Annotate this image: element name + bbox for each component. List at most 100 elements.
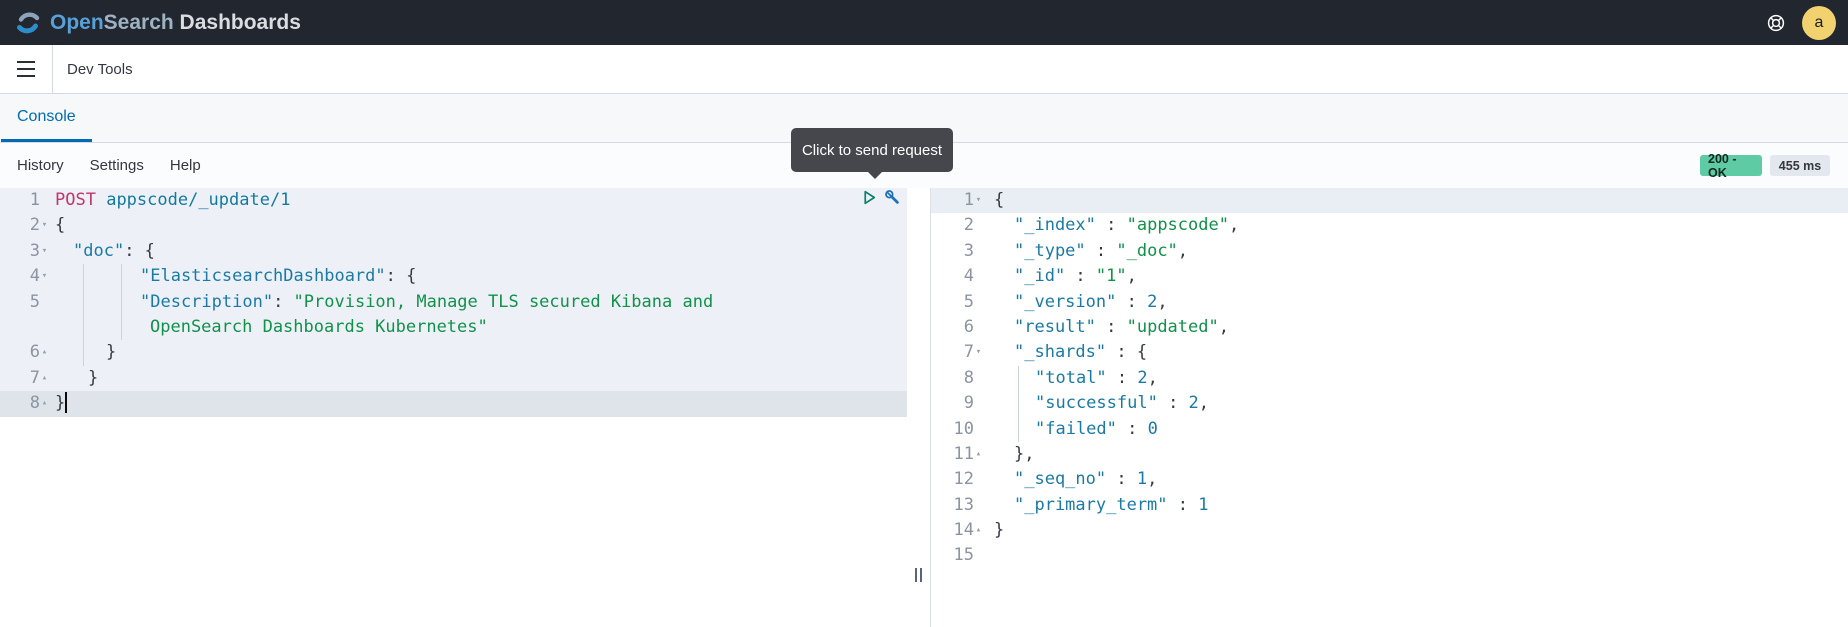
toolbar-link-history[interactable]: History [17, 157, 64, 174]
fold-toggle-icon[interactable]: ▴ [974, 518, 983, 543]
response-code-line-5[interactable]: 5"_version" : 2, [931, 290, 1848, 315]
response-code-line-4[interactable]: 4"_id" : "1", [931, 264, 1848, 289]
response-code-line-14[interactable]: 14▴} [931, 518, 1848, 543]
line-number: 15 [954, 543, 974, 568]
code-content[interactable]: } [983, 518, 1848, 543]
response-code-line-11[interactable]: 11▴}, [931, 442, 1848, 467]
drag-handle-icon [915, 568, 922, 582]
code-content[interactable]: "Description": "Provision, Manage TLS se… [49, 290, 907, 315]
request-code-line-wrap[interactable]: OpenSearch Dashboards Kubernetes" [0, 315, 907, 340]
code-content[interactable]: "successful" : 2, [983, 391, 1848, 416]
response-code-line-7[interactable]: 7▾"_shards" : { [931, 340, 1848, 365]
code-content[interactable]: { [983, 188, 1848, 213]
code-content[interactable]: } [49, 340, 907, 365]
response-code-line-3[interactable]: 3"_type" : "_doc", [931, 239, 1848, 264]
toolbar-links: History Settings Help [17, 143, 201, 188]
code-content[interactable]: "_type" : "_doc", [983, 239, 1848, 264]
code-content[interactable]: }, [983, 442, 1848, 467]
fold-toggle-icon[interactable]: ▾ [974, 340, 983, 365]
token-pl [96, 190, 106, 210]
request-code-line-7[interactable]: 7▴} [0, 366, 907, 391]
code-content[interactable] [983, 543, 1848, 568]
request-editor[interactable]: 1POST appscode/_update/12▾{3▾"doc": {4▾"… [0, 188, 930, 627]
line-gutter: 2 [931, 213, 983, 238]
line-gutter: 15 [931, 543, 983, 568]
code-content[interactable]: OpenSearch Dashboards Kubernetes" [49, 315, 907, 340]
token-pu: }, [1014, 444, 1034, 464]
code-content[interactable]: "ElasticsearchDashboard": { [49, 264, 907, 289]
token-str: "1" [1096, 266, 1127, 286]
code-content[interactable]: "_shards" : { [983, 340, 1848, 365]
token-pu: : [1106, 469, 1137, 489]
user-avatar[interactable]: a [1802, 6, 1836, 40]
response-code-line-1[interactable]: 1▾{ [931, 188, 1848, 213]
line-gutter: 13 [931, 493, 983, 518]
code-content[interactable]: "_primary_term" : 1 [983, 493, 1848, 518]
request-code-line-5[interactable]: 5"Description": "Provision, Manage TLS s… [0, 290, 907, 315]
line-gutter: 6 [931, 315, 983, 340]
code-content[interactable]: } [49, 391, 907, 416]
send-request-button[interactable] [861, 189, 878, 206]
response-code-line-9[interactable]: 9"successful" : 2, [931, 391, 1848, 416]
panel-resize-divider[interactable] [907, 188, 930, 627]
toolbar-link-help[interactable]: Help [170, 157, 201, 174]
token-key: "ElasticsearchDashboard" [140, 266, 386, 286]
response-code-line-15[interactable]: 15 [931, 543, 1848, 568]
token-pu: , [1127, 266, 1137, 286]
fold-toggle-icon[interactable]: ▴ [974, 442, 983, 467]
code-content[interactable]: } [49, 366, 907, 391]
code-content[interactable]: { [49, 213, 907, 238]
code-content[interactable]: "doc": { [49, 239, 907, 264]
code-content[interactable]: "total" : 2, [983, 366, 1848, 391]
fold-toggle-icon[interactable]: ▴ [40, 366, 49, 391]
menu-hamburger-button[interactable] [7, 50, 45, 88]
indent-guide [83, 264, 84, 289]
fold-toggle-icon[interactable]: ▾ [40, 239, 49, 264]
code-content[interactable]: "_id" : "1", [983, 264, 1848, 289]
token-url: appscode/_update/1 [106, 190, 290, 210]
opensearch-logo-icon [14, 9, 42, 37]
response-code-line-12[interactable]: 12"_seq_no" : 1, [931, 467, 1848, 492]
tooltip-arrow [867, 171, 883, 179]
request-options-wrench-icon[interactable] [884, 189, 901, 206]
response-code-line-2[interactable]: 2"_index" : "appscode", [931, 213, 1848, 238]
help-menu-button[interactable] [1758, 5, 1794, 41]
indent-guide [1018, 366, 1019, 391]
fold-toggle-icon[interactable]: ▴ [40, 391, 49, 416]
fold-toggle-icon[interactable]: ▾ [974, 188, 983, 213]
line-gutter: 14▴ [931, 518, 983, 543]
token-num: 2 [1137, 368, 1147, 388]
token-num: 0 [1148, 419, 1158, 439]
request-code-line-3[interactable]: 3▾"doc": { [0, 239, 907, 264]
response-code-line-6[interactable]: 6"result" : "updated", [931, 315, 1848, 340]
code-content[interactable]: POST appscode/_update/1 [49, 188, 907, 213]
response-code-line-13[interactable]: 13"_primary_term" : 1 [931, 493, 1848, 518]
code-content[interactable]: "result" : "updated", [983, 315, 1848, 340]
token-pu: : { [124, 241, 155, 261]
response-status-badges: 200 - OK 455 ms [1700, 143, 1830, 188]
token-method: POST [55, 190, 96, 210]
response-code-line-10[interactable]: 10"failed" : 0 [931, 417, 1848, 442]
token-key: "total" [1035, 368, 1107, 388]
fold-toggle-icon[interactable]: ▾ [40, 213, 49, 238]
code-content[interactable]: "failed" : 0 [983, 417, 1848, 442]
line-gutter: 6▴ [0, 340, 49, 365]
toolbar-link-settings[interactable]: Settings [90, 157, 144, 174]
request-code-line-1[interactable]: 1 POST appscode/_update/1 [0, 188, 907, 213]
text-cursor [65, 392, 67, 413]
opensearch-logo[interactable]: OpenSearch Dashboards [14, 9, 301, 37]
request-code-line-8[interactable]: 8▴} [0, 391, 907, 416]
line-number: 1 [30, 188, 40, 213]
request-code-line-6[interactable]: 6▴} [0, 340, 907, 365]
response-code-line-8[interactable]: 8"total" : 2, [931, 366, 1848, 391]
request-code-line-2[interactable]: 2▾{ [0, 213, 907, 238]
code-content[interactable]: "_seq_no" : 1, [983, 467, 1848, 492]
fold-toggle-icon[interactable]: ▾ [40, 264, 49, 289]
code-content[interactable]: "_version" : 2, [983, 290, 1848, 315]
line-gutter: 1 [0, 188, 49, 213]
request-code-line-4[interactable]: 4▾"ElasticsearchDashboard": { [0, 264, 907, 289]
fold-toggle-icon[interactable]: ▴ [40, 340, 49, 365]
response-viewer[interactable]: 1▾{2"_index" : "appscode",3"_type" : "_d… [930, 188, 1848, 627]
code-content[interactable]: "_index" : "appscode", [983, 213, 1848, 238]
tab-console[interactable]: Console [1, 94, 92, 142]
